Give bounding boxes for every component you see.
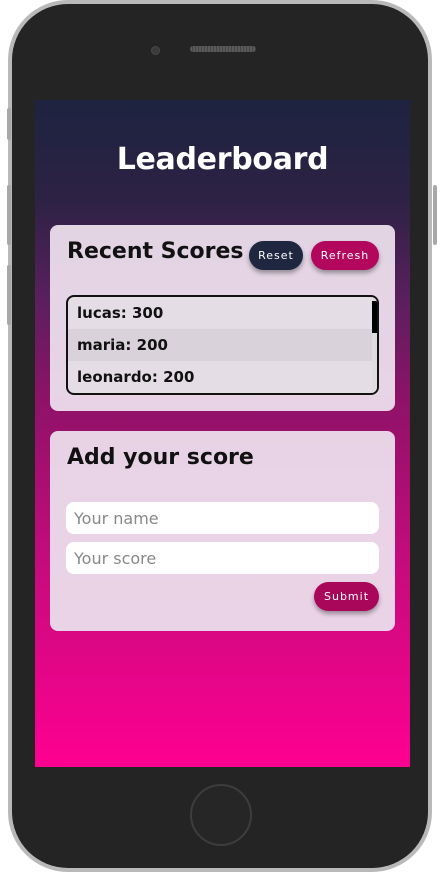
refresh-button[interactable]: Refresh (311, 241, 379, 270)
list-item: maria: 200 (68, 329, 377, 361)
name-input[interactable] (66, 502, 379, 534)
mute-switch (7, 108, 11, 140)
speaker-grille-icon (190, 46, 256, 52)
score-input[interactable] (66, 542, 379, 574)
scrollbar[interactable] (372, 297, 377, 393)
app-screen: Leaderboard Recent Scores Reset Refresh … (35, 100, 410, 767)
power-button (433, 185, 437, 245)
list-item: lucas: 300 (77, 304, 164, 322)
page-title: Leaderboard (116, 142, 329, 177)
add-score-card: Add your score Submit (50, 431, 395, 631)
front-camera-icon (151, 46, 160, 55)
submit-button[interactable]: Submit (314, 582, 379, 611)
volume-up-button (7, 185, 11, 245)
recent-scores-card: Recent Scores Reset Refresh lucas: 300 m… (50, 225, 395, 411)
scores-list[interactable]: lucas: 300 maria: 200 leonardo: 200 (66, 295, 379, 395)
add-score-title: Add your score (67, 445, 254, 470)
recent-scores-title: Recent Scores (67, 239, 244, 264)
volume-down-button (7, 265, 11, 325)
reset-button[interactable]: Reset (249, 241, 303, 270)
home-button-icon[interactable] (190, 784, 252, 846)
scrollbar-thumb[interactable] (372, 301, 377, 333)
list-item: leonardo: 200 (77, 368, 195, 386)
